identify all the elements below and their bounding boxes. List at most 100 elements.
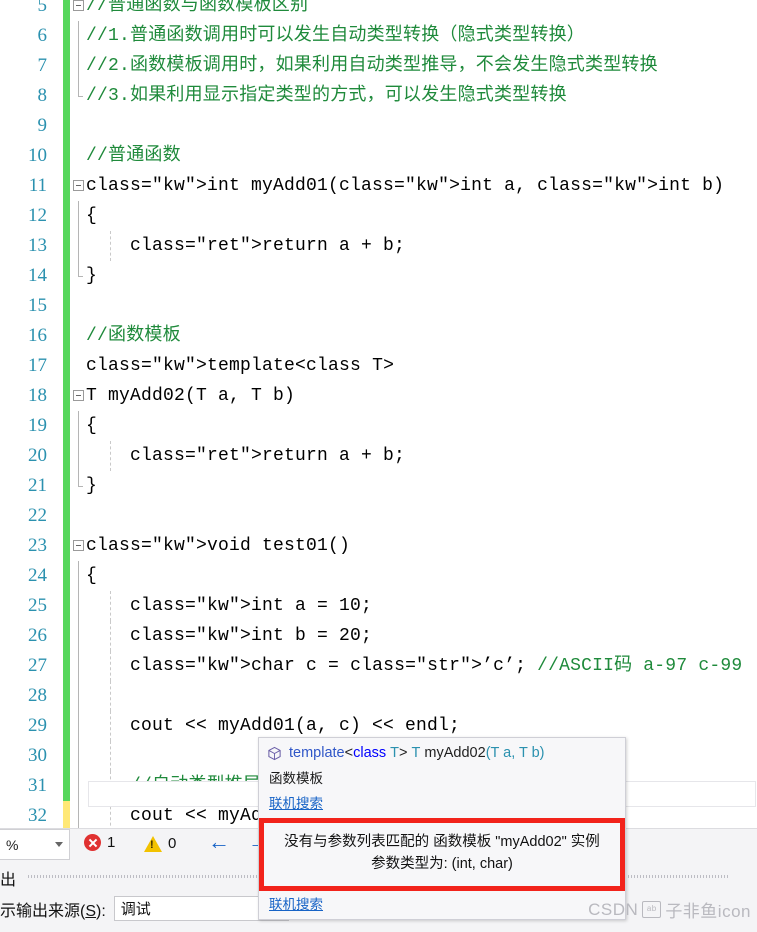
output-source-value: 调试 (120, 901, 151, 918)
code-line[interactable]: 6 //1.普通函数调用时可以发生自动类型转换（隐式类型转换） (0, 21, 757, 51)
fold-guide-line (78, 201, 79, 231)
change-bar-saved (63, 741, 70, 771)
fold-guide-line (78, 21, 79, 51)
code-line[interactable]: 20 class="ret">return a + b; (0, 441, 757, 471)
code-text[interactable]: class="kw">template<class T> (86, 351, 394, 381)
code-text[interactable]: class="kw">void test01() (86, 531, 350, 561)
template-function-icon (267, 746, 282, 761)
code-text[interactable]: //1.普通函数调用时可以发生自动类型转换（隐式类型转换） (86, 21, 585, 51)
error-icon (84, 834, 101, 851)
intellisense-tooltip: template<class T> T myAdd02(T a, T b) 函数… (258, 737, 626, 920)
code-text[interactable]: } (86, 261, 97, 291)
code-line[interactable]: 5 //普通函数与函数模板区别 (0, 0, 757, 21)
code-line[interactable]: 11 class="kw">int myAdd01(class="kw">int … (0, 171, 757, 201)
code-line[interactable]: 26 class="kw">int b = 20; (0, 621, 757, 651)
tooltip-online-search-link-bottom[interactable]: 联机搜索 (259, 891, 625, 919)
tooltip-description: 函数模板 (269, 771, 323, 786)
code-rows[interactable]: 5 //普通函数与函数模板区别 6 //1.普通函数调用时可以发生自动类型转换（隐式类… (0, 0, 757, 828)
code-text[interactable]: //2.函数模板调用时，如果利用自动类型推导，不会发生隐式类型转换 (86, 51, 658, 81)
code-text[interactable]: class="ret">return a + b; (86, 231, 405, 261)
code-line[interactable]: 18 T myAdd02(T a, T b) (0, 381, 757, 411)
tooltip-template-keyword: template (289, 745, 345, 761)
tooltip-function-name: myAdd02 (424, 745, 486, 761)
line-number: 6 (37, 25, 48, 46)
output-source-row: 示输出来源(S): 调试 (0, 896, 289, 921)
code-text[interactable]: { (86, 201, 97, 231)
fold-guide-line (78, 471, 83, 487)
error-count: 1 (107, 834, 116, 851)
change-bar-saved (63, 351, 70, 381)
line-number: 5 (37, 0, 48, 16)
change-bar-saved (63, 171, 70, 201)
fold-guide-line (78, 711, 79, 741)
code-line[interactable]: 22 (0, 501, 757, 531)
code-line[interactable]: 21} (0, 471, 757, 501)
zoom-level-dropdown[interactable]: % (0, 829, 70, 860)
code-line[interactable]: 15 (0, 291, 757, 321)
code-text[interactable]: //3.如果利用显示指定类型的方式，可以发生隐式类型转换 (86, 81, 567, 111)
code-line[interactable]: 24 { (0, 561, 757, 591)
code-text[interactable]: { (86, 561, 97, 591)
tooltip-angle-close: > (399, 745, 408, 761)
line-number: 29 (28, 715, 47, 736)
code-text[interactable]: class="kw">int a = 10; (86, 591, 372, 621)
indent-guide (110, 681, 111, 711)
code-text[interactable]: { (86, 411, 97, 441)
fold-collapse-icon[interactable] (73, 180, 84, 191)
code-text[interactable]: //函数模板 (86, 321, 181, 351)
navigate-back-button[interactable]: ← (208, 831, 230, 853)
code-line[interactable]: 27 class="kw">char c = class="str">’c’; … (0, 651, 757, 681)
change-bar-saved (63, 111, 70, 141)
fold-collapse-icon[interactable] (73, 0, 84, 11)
code-line[interactable]: 13 class="ret">return a + b; (0, 231, 757, 261)
code-text[interactable]: class="ret">return a + b; (86, 441, 405, 471)
code-line[interactable]: 10 //普通函数 (0, 141, 757, 171)
code-line[interactable]: 28 (0, 681, 757, 711)
code-line[interactable]: 14} (0, 261, 757, 291)
tooltip-tparam: T (390, 745, 400, 761)
code-line[interactable]: 12 { (0, 201, 757, 231)
line-number: 16 (28, 325, 47, 346)
fold-guide-line (78, 741, 79, 771)
change-bar-saved (63, 471, 70, 501)
code-line[interactable]: 23 class="kw">void test01() (0, 531, 757, 561)
code-line[interactable]: 9 (0, 111, 757, 141)
fold-guide-line (78, 801, 79, 828)
code-text[interactable]: //普通函数 (86, 141, 181, 171)
change-bar-saved (63, 261, 70, 291)
line-number: 12 (28, 205, 47, 226)
zoom-level-value: % (6, 836, 19, 853)
chevron-down-icon[interactable] (55, 842, 63, 847)
line-number: 13 (28, 235, 47, 256)
tooltip-error-box: 没有与参数列表匹配的 函数模板 "myAdd02" 实例 参数类型为: (int… (259, 818, 625, 891)
code-text[interactable]: //普通函数与函数模板区别 (86, 0, 308, 21)
code-line[interactable]: 25 class="kw">int a = 10; (0, 591, 757, 621)
code-text[interactable]: class="kw">char c = class="str">’c’; //A… (86, 651, 742, 681)
code-line[interactable]: 17 class="kw">template<class T> (0, 351, 757, 381)
change-bar-saved (63, 81, 70, 111)
line-number: 17 (28, 355, 47, 376)
change-bar-saved (63, 591, 70, 621)
fold-guide-line (78, 771, 79, 801)
code-text[interactable]: class="kw">int myAdd01(class="kw">int a,… (86, 171, 724, 201)
warning-count-item[interactable]: 0 (144, 835, 176, 852)
line-number: 21 (28, 475, 47, 496)
change-bar-saved (63, 201, 70, 231)
change-bar-saved (63, 651, 70, 681)
code-line[interactable]: 8 //3.如果利用显示指定类型的方式，可以发生隐式类型转换 (0, 81, 757, 111)
code-line[interactable]: 16 //函数模板 (0, 321, 757, 351)
code-text[interactable]: class="kw">int b = 20; (86, 621, 372, 651)
code-line[interactable]: 19 { (0, 411, 757, 441)
change-bar-saved (63, 141, 70, 171)
error-count-item[interactable]: 1 (84, 834, 115, 851)
code-editor[interactable]: 5 //普通函数与函数模板区别 6 //1.普通函数调用时可以发生自动类型转换（隐式类… (0, 0, 757, 828)
code-line[interactable]: 7 //2.函数模板调用时，如果利用自动类型推导，不会发生隐式类型转换 (0, 51, 757, 81)
tooltip-online-search-link-top[interactable]: 联机搜索 (259, 790, 625, 818)
line-number: 26 (28, 625, 47, 646)
line-number: 24 (28, 565, 47, 586)
code-text[interactable]: } (86, 471, 97, 501)
output-pane-title: 出 (0, 872, 17, 889)
code-text[interactable]: T myAdd02(T a, T b) (86, 381, 295, 411)
fold-collapse-icon[interactable] (73, 390, 84, 401)
fold-collapse-icon[interactable] (73, 540, 84, 551)
